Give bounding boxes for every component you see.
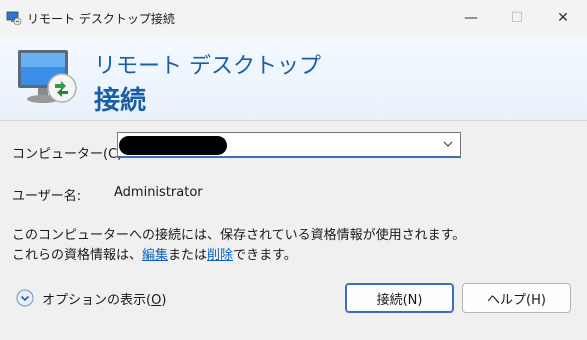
credential-info-text: このコンピューターへの接続には、保存されている資格情報が使用されます。 [12, 228, 466, 243]
title-bar: リモート デスクトップ接続 — ☐ ✕ [0, 0, 587, 36]
redacted-computer-name [119, 136, 227, 155]
show-options-toggle[interactable]: オプションの表示(O) [16, 288, 166, 308]
connect-button[interactable]: 接続(N) [345, 283, 454, 313]
username-value: Administrator [114, 185, 203, 200]
remote-desktop-app-icon [6, 11, 22, 26]
header-banner: リモート デスクトップ 接続 [0, 36, 587, 120]
delete-credentials-link[interactable]: 削除 [207, 248, 233, 263]
banner-divider [0, 120, 587, 121]
monitor-connection-icon [18, 50, 77, 103]
minimize-button[interactable]: — [448, 0, 494, 36]
info-line2-mid: または [168, 248, 208, 263]
info-line2-prefix: これらの資格情報は、 [12, 248, 143, 263]
computer-label: コンピューター(C): [12, 147, 127, 162]
window-title: リモート デスクトップ接続 [27, 12, 175, 26]
computer-combobox[interactable] [117, 132, 461, 158]
edit-credentials-link[interactable]: 編集 [142, 248, 168, 263]
expand-options-icon[interactable] [16, 289, 34, 307]
help-button[interactable]: ヘルプ(H) [462, 283, 571, 313]
info-line2-suffix: できます。 [233, 248, 297, 263]
banner-title-line2: 接続 [94, 86, 147, 116]
show-options-label[interactable]: オプションの表示(O) [42, 289, 166, 308]
banner-title-line1: リモート デスクトップ [94, 54, 321, 79]
credential-info-line2: これらの資格情報は、編集または削除できます。 [12, 244, 297, 263]
maximize-button[interactable]: ☐ [494, 0, 540, 36]
close-button[interactable]: ✕ [540, 0, 586, 36]
chevron-down-icon[interactable] [442, 138, 454, 150]
username-label: ユーザー名: [12, 189, 82, 204]
